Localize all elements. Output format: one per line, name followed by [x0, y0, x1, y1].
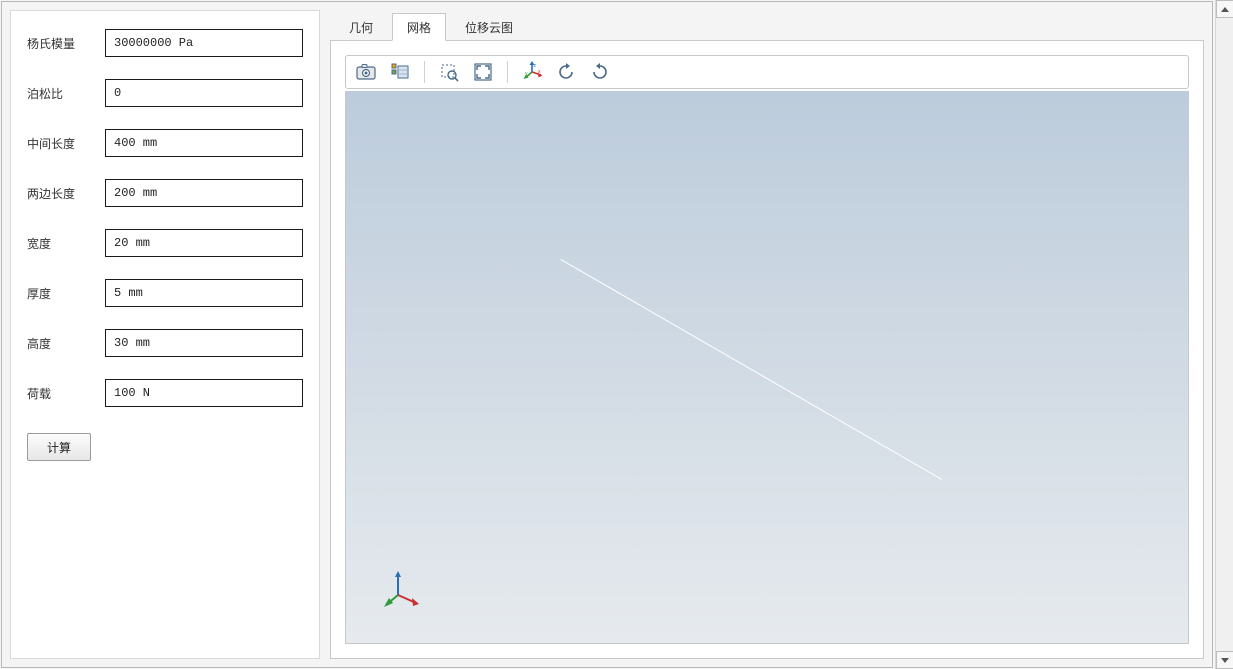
input-youngs-modulus[interactable] — [105, 29, 303, 57]
label-youngs-modulus: 杨氏模量 — [27, 35, 105, 52]
label-side-length: 两边长度 — [27, 185, 105, 202]
mesh-viewport[interactable] — [345, 91, 1189, 644]
tabbar: 几何 网格 位移云图 — [330, 10, 1204, 40]
label-mid-length: 中间长度 — [27, 135, 105, 152]
tab-displacement[interactable]: 位移云图 — [450, 13, 528, 41]
zoom-box-icon[interactable] — [437, 60, 461, 84]
input-side-length[interactable] — [105, 179, 303, 207]
input-poisson-ratio[interactable] — [105, 79, 303, 107]
rotate-ccw-icon[interactable] — [554, 60, 578, 84]
label-poisson-ratio: 泊松比 — [27, 85, 105, 102]
label-height: 高度 — [27, 335, 105, 352]
input-height[interactable] — [105, 329, 303, 357]
toolbar-separator — [507, 61, 508, 83]
input-mid-length[interactable] — [105, 129, 303, 157]
viewer-toolbar: z x y — [345, 55, 1189, 89]
scroll-track[interactable] — [1216, 18, 1233, 651]
axis-triad — [386, 569, 424, 607]
input-thickness[interactable] — [105, 279, 303, 307]
toolbar-separator — [424, 61, 425, 83]
label-width: 宽度 — [27, 235, 105, 252]
label-load: 荷载 — [27, 385, 105, 402]
screenshot-icon[interactable] — [354, 60, 378, 84]
compute-button[interactable]: 计算 — [27, 433, 91, 461]
chevron-down-icon — [1221, 658, 1229, 663]
parameters-panel: 杨氏模量 泊松比 中间长度 两边长度 宽度 — [10, 10, 320, 659]
zoom-extents-icon[interactable] — [471, 60, 495, 84]
tab-geometry[interactable]: 几何 — [334, 13, 388, 41]
scroll-up-button[interactable] — [1216, 0, 1233, 18]
vertical-scrollbar[interactable] — [1215, 0, 1233, 669]
input-width[interactable] — [105, 229, 303, 257]
tab-content: z x y — [330, 40, 1204, 659]
input-load[interactable] — [105, 379, 303, 407]
results-panel: 几何 网格 位移云图 — [330, 10, 1204, 659]
mesh-geometry-line — [561, 259, 943, 480]
scene-icon[interactable] — [388, 60, 412, 84]
chevron-up-icon — [1221, 7, 1229, 12]
reset-view-icon[interactable]: z x y — [520, 60, 544, 84]
scroll-down-button[interactable] — [1216, 651, 1233, 669]
tab-mesh[interactable]: 网格 — [392, 13, 446, 41]
rotate-cw-icon[interactable] — [588, 60, 612, 84]
label-thickness: 厚度 — [27, 285, 105, 302]
svg-text:z: z — [534, 63, 537, 69]
